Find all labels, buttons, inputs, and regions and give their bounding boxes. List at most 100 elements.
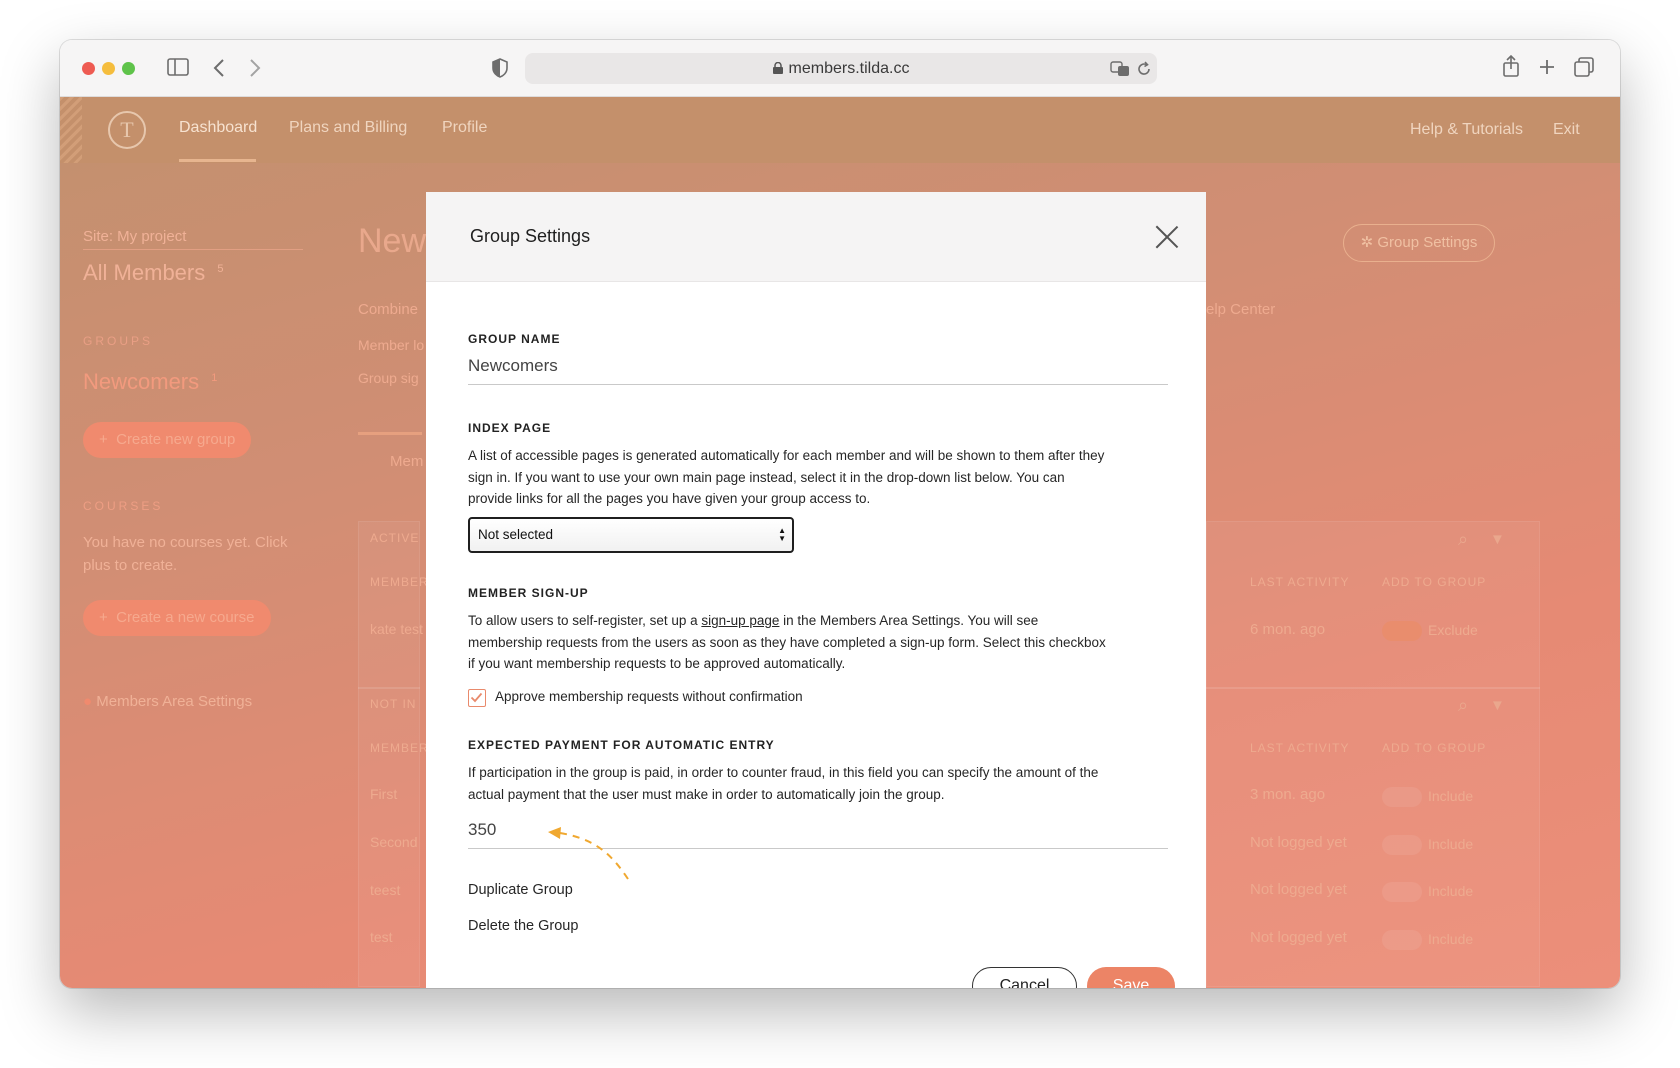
reload-icon[interactable] xyxy=(1136,61,1152,77)
delete-group-link[interactable]: Delete the Group xyxy=(468,918,578,934)
annotation-arrow-icon xyxy=(548,827,629,880)
close-window-button[interactable] xyxy=(82,62,95,75)
create-group-button[interactable]: + Create new group xyxy=(83,422,252,458)
search-icon[interactable]: ⌕ xyxy=(1458,529,1468,550)
signup-text-before: To allow users to self-register, set up … xyxy=(468,613,702,628)
select-arrows-icon: ▲ ▼ xyxy=(778,526,786,543)
index-page-label: INDEX PAGE xyxy=(468,421,552,435)
cancel-button[interactable]: Cancel xyxy=(972,967,1077,988)
plus-icon: + xyxy=(99,609,117,626)
translate-icon[interactable] xyxy=(1110,61,1130,77)
include-label: Include xyxy=(1428,883,1474,899)
new-tab-icon[interactable] xyxy=(1539,59,1555,75)
members-area-settings-link[interactable]: ● Members Area Settings xyxy=(83,693,252,710)
approve-requests-label[interactable]: Approve membership requests without conf… xyxy=(495,689,803,704)
group-name: Newcomers xyxy=(83,369,200,394)
sidebar-group-newcomers[interactable]: Newcomers 1 xyxy=(83,369,217,395)
shield-icon[interactable] xyxy=(492,58,508,78)
help-center-link[interactable]: elp Center xyxy=(1206,301,1275,318)
maximize-window-button[interactable] xyxy=(122,62,135,75)
all-members-count: 5 xyxy=(217,262,224,275)
last-activity-col-header: LAST ACTIVITY xyxy=(1250,741,1350,755)
include-toggle[interactable] xyxy=(1382,787,1422,807)
gear-icon: ● xyxy=(83,693,93,710)
address-bar[interactable]: members.tilda.cc xyxy=(525,53,1157,84)
tabs-overview-icon[interactable] xyxy=(1574,57,1594,77)
courses-heading: COURSES xyxy=(83,499,164,513)
exclude-toggle[interactable] xyxy=(1382,621,1422,641)
nav-profile[interactable]: Profile xyxy=(442,119,487,137)
include-toggle[interactable] xyxy=(1382,882,1422,902)
minimize-window-button[interactable] xyxy=(102,62,115,75)
groups-heading: GROUPS xyxy=(83,334,154,348)
gear-icon: ✲ xyxy=(1360,234,1374,251)
nav-plans-billing[interactable]: Plans and Billing xyxy=(289,119,407,137)
expected-payment-label: EXPECTED PAYMENT FOR AUTOMATIC ENTRY xyxy=(468,738,775,752)
search-icon[interactable]: ⌕ xyxy=(1458,695,1468,716)
group-settings-label: Group Settings xyxy=(1377,234,1478,251)
modal-title: Group Settings xyxy=(470,226,591,246)
nav-exit[interactable]: Exit xyxy=(1553,121,1580,139)
last-activity-value: 6 mon. ago xyxy=(1250,621,1326,638)
member-signup-description: To allow users to self-register, set up … xyxy=(468,610,1108,675)
last-activity-value: Not logged yet xyxy=(1250,881,1347,898)
last-activity-value: 3 mon. ago xyxy=(1250,786,1326,803)
browser-toolbar: members.tilda.cc xyxy=(60,40,1620,97)
expected-payment-description: If participation in the group is paid, i… xyxy=(468,765,1099,802)
nav-dashboard[interactable]: Dashboard xyxy=(179,119,257,137)
member-name: teest xyxy=(370,882,401,898)
group-settings-button[interactable]: ✲ Group Settings xyxy=(1343,224,1495,262)
duplicate-group-link[interactable]: Duplicate Group xyxy=(468,882,573,898)
member-name: test xyxy=(370,929,393,945)
active-tab-indicator xyxy=(179,159,256,162)
share-icon[interactable] xyxy=(1502,55,1520,77)
combine-text: Combine xyxy=(358,301,419,318)
all-members-label: All Members xyxy=(83,260,206,285)
index-page-select[interactable]: Not selected ▲ ▼ xyxy=(468,517,794,553)
signup-page-link[interactable]: sign-up page xyxy=(701,613,779,628)
back-icon[interactable] xyxy=(213,58,225,78)
group-name-label: GROUP NAME xyxy=(468,332,561,346)
decorative-stripe xyxy=(60,97,82,163)
include-toggle[interactable] xyxy=(1382,835,1422,855)
close-icon[interactable] xyxy=(1154,224,1180,250)
include-label: Include xyxy=(1428,836,1474,852)
tab-members[interactable]: Mem xyxy=(390,453,423,470)
last-activity-col-header: LAST ACTIVITY xyxy=(1250,575,1350,589)
site-label: Site: My project xyxy=(83,228,187,245)
members-area-settings-label: Members Area Settings xyxy=(96,693,253,710)
create-course-button[interactable]: + Create a new course xyxy=(83,600,271,636)
filter-icon[interactable]: ▼ xyxy=(1490,531,1505,548)
tilda-logo[interactable]: T xyxy=(108,111,146,149)
include-label: Include xyxy=(1428,931,1474,947)
group-name-input[interactable]: Newcomers xyxy=(468,356,558,376)
index-page-select-value: Not selected xyxy=(478,527,554,542)
group-name-underline xyxy=(468,384,1168,385)
group-settings-modal: Group Settings GROUP NAME Newcomers INDE… xyxy=(426,192,1206,988)
member-name: First xyxy=(370,786,398,802)
filter-icon[interactable]: ▼ xyxy=(1490,697,1505,714)
nav-help-tutorials[interactable]: Help & Tutorials xyxy=(1410,121,1523,139)
include-toggle[interactable] xyxy=(1382,930,1422,950)
member-col-header: MEMBER xyxy=(370,575,429,589)
create-group-label: Create new group xyxy=(116,431,236,448)
lock-icon xyxy=(772,62,783,74)
save-button[interactable]: Save xyxy=(1087,967,1175,988)
courses-empty-text: You have no courses yet. Click plus to c… xyxy=(83,534,288,574)
sidebar-toggle-icon[interactable] xyxy=(167,58,189,76)
all-members-link[interactable]: All Members 5 xyxy=(83,260,224,286)
url-text: members.tilda.cc xyxy=(788,60,910,77)
tab-underline xyxy=(358,432,422,435)
browser-window: members.tilda.cc T Dashboard Plans and B… xyxy=(60,40,1620,988)
expected-payment-input[interactable]: 350 xyxy=(468,820,496,840)
create-course-label: Create a new course xyxy=(116,609,255,626)
forward-icon[interactable] xyxy=(249,58,261,78)
member-text: Member lo xyxy=(358,337,425,353)
member-name: Second xyxy=(370,834,418,850)
modal-header: Group Settings xyxy=(426,192,1206,282)
app-background: T Dashboard Plans and Billing Profile He… xyxy=(60,97,1620,988)
add-to-group-col-header: ADD TO GROUP xyxy=(1382,741,1487,755)
last-activity-value: Not logged yet xyxy=(1250,834,1347,851)
approve-requests-checkbox[interactable] xyxy=(468,689,486,707)
add-to-group-col-header: ADD TO GROUP xyxy=(1382,575,1487,589)
